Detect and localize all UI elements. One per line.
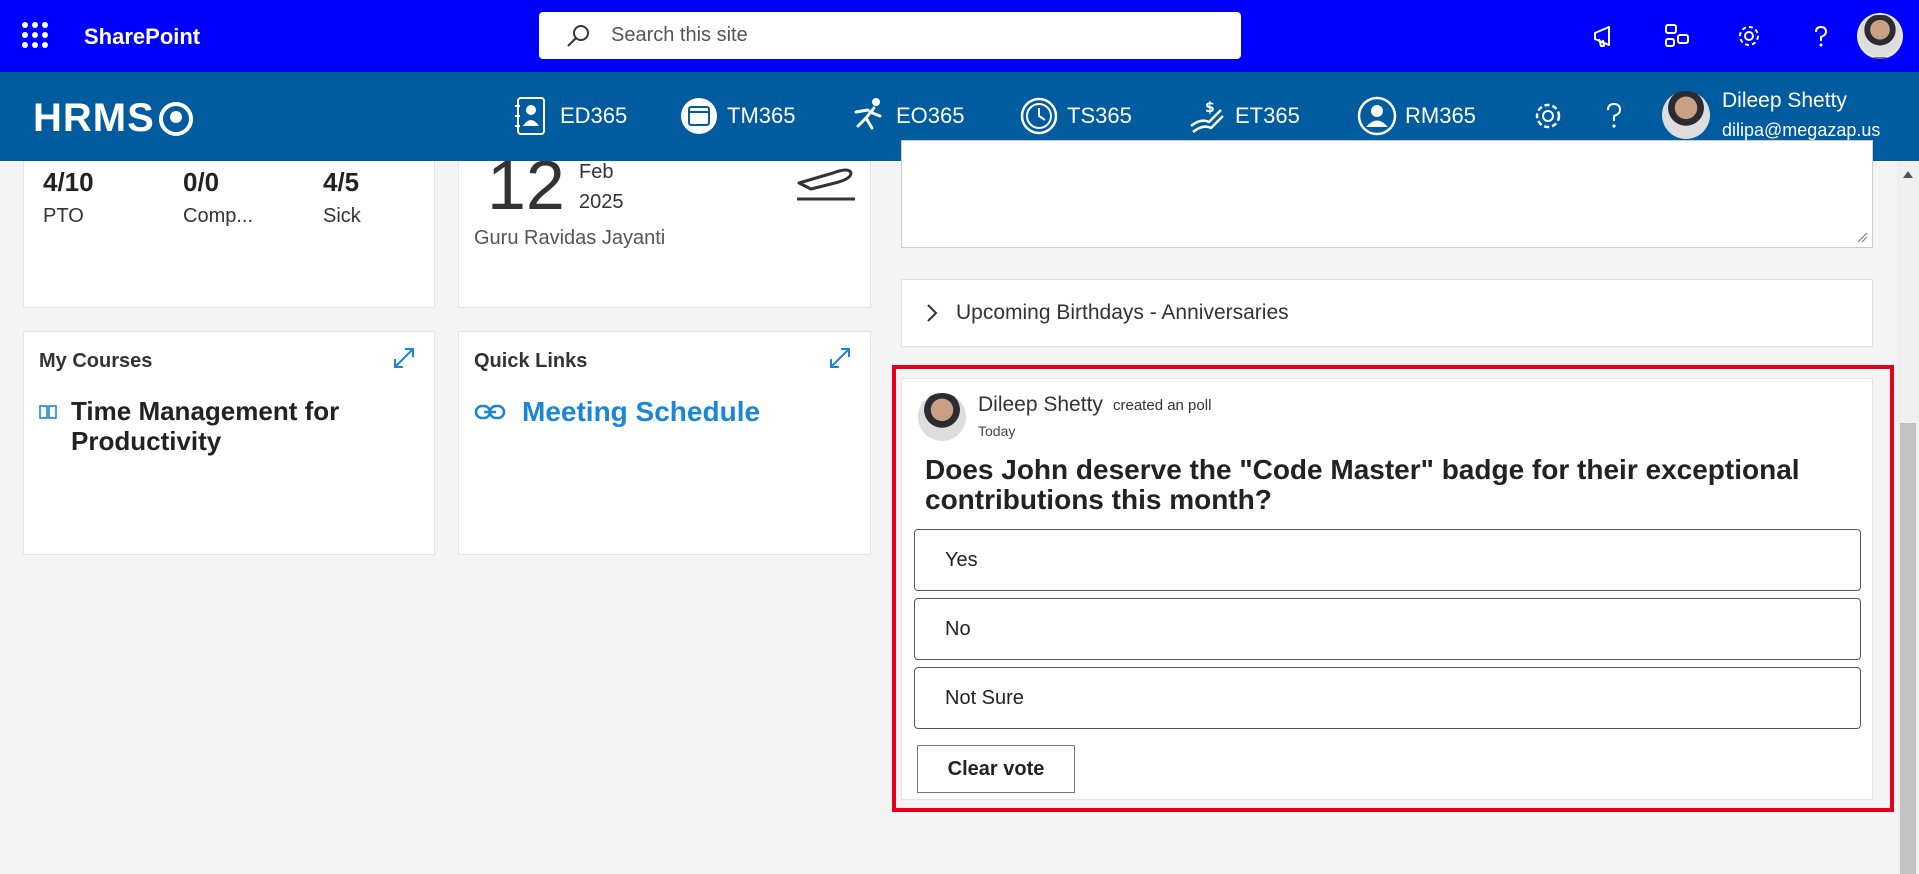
help-icon[interactable] [1785,0,1857,72]
poll-card: Dileep Shetty created an poll Today Does… [901,378,1873,800]
gear-icon [1526,94,1570,138]
card-title: Quick Links [474,350,588,372]
nav-eo365[interactable]: EO365 [846,94,965,138]
poll-option-yes[interactable]: Yes [914,529,1861,591]
hrms-help-button[interactable] [1592,94,1642,138]
account-avatar[interactable] [1857,13,1903,59]
sick-value: 4/5 [323,167,360,197]
poll-author[interactable]: Dileep Shetty [978,393,1103,417]
nav-label: RM365 [1405,103,1476,128]
avatar[interactable] [918,393,966,441]
suite-actions [1569,0,1919,72]
nav-label: ET365 [1235,103,1300,128]
directory-icon [510,94,554,138]
hrms-logo-text: HRMS [33,96,155,140]
holiday-day: 12 [487,161,565,224]
nav-label: TM365 [727,103,796,128]
hrms-logo[interactable]: HRMS [33,96,193,141]
card-title: My Courses [39,350,153,372]
nav-label: TS365 [1067,103,1132,128]
share-icon[interactable] [1641,0,1713,72]
search-box[interactable] [539,12,1241,59]
chevron-right-icon [927,304,938,322]
search-input[interactable] [611,24,1211,47]
app-name[interactable]: SharePoint [84,24,200,50]
pto-label: PTO [43,205,84,227]
holiday-card: 12 Feb 2025 Guru Ravidas Jayanti [458,161,871,308]
user-name: Dileep Shetty [1722,89,1847,112]
help-icon [1592,94,1636,138]
onboarding-icon [846,94,890,138]
resize-grip-icon[interactable] [1856,231,1868,243]
hrms-logo-icon [158,101,193,136]
poll-timestamp: Today [978,423,1016,439]
nav-ed365[interactable]: ED365 [510,94,627,138]
nav-label: ED365 [560,103,628,128]
page-scrollbar[interactable] [1897,161,1919,874]
expand-icon[interactable] [828,346,852,370]
nav-ts365[interactable]: TS365 [1017,94,1132,138]
expand-icon[interactable] [392,346,416,370]
course-item[interactable]: Time Management for Productivity [39,396,371,456]
poll-action-text: created an poll [1113,397,1212,414]
course-title: Time Management for Productivity [71,396,340,456]
holiday-month: Feb [579,161,614,183]
sick-label: Sick [323,205,361,227]
clock-icon [1017,94,1061,138]
book-icon [39,405,57,419]
app-launcher-icon[interactable] [22,22,48,48]
quick-link-label: Meeting Schedule [522,396,761,427]
gear-icon[interactable] [1713,0,1785,72]
scroll-up-icon[interactable] [1903,171,1913,178]
nav-label: EO365 [896,103,965,128]
holiday-year: 2025 [579,191,624,213]
poll-option-not-sure[interactable]: Not Sure [914,667,1861,729]
pto-value: 4/10 [43,167,94,197]
accordion-label: Upcoming Birthdays - Anniversaries [956,301,1289,324]
nav-et365[interactable]: $ ET365 [1185,94,1300,138]
user-profile[interactable]: Dileep Shetty dilipa@megazap.us [1662,86,1880,144]
birthdays-accordion[interactable]: Upcoming Birthdays - Anniversaries [901,279,1873,347]
person-icon [1355,94,1399,138]
poll-question: Does John deserve the "Code Master" badg… [925,454,1800,515]
my-courses-card: My Courses Time Management for Productiv… [23,331,435,555]
calendar-icon [677,94,721,138]
comp-label: Comp... [183,205,254,227]
expense-icon: $ [1185,94,1229,138]
comp-value: 0/0 [183,167,220,197]
airplane-icon [797,168,855,201]
scroll-thumb[interactable] [1900,423,1916,874]
avatar [1662,91,1710,139]
hrms-settings-button[interactable] [1526,94,1576,138]
clear-vote-button[interactable]: Clear vote [917,745,1075,793]
quick-links-card: Quick Links Meeting Schedule [458,331,871,555]
link-icon [474,404,506,420]
nav-tm365[interactable]: TM365 [677,94,795,138]
suite-bar: SharePoint [0,0,1919,72]
quick-link-meeting-schedule[interactable]: Meeting Schedule [474,396,760,428]
poll-option-no[interactable]: No [914,598,1861,660]
nav-rm365[interactable]: RM365 [1355,94,1476,138]
megaphone-icon[interactable] [1569,0,1641,72]
svg-text:$: $ [1205,100,1215,116]
comment-textarea[interactable] [901,140,1873,248]
search-icon [567,24,589,47]
leave-balance-card: 4/10 PTO 0/0 Comp... 4/5 Sick [23,161,435,308]
holiday-name: Guru Ravidas Jayanti [474,227,666,249]
